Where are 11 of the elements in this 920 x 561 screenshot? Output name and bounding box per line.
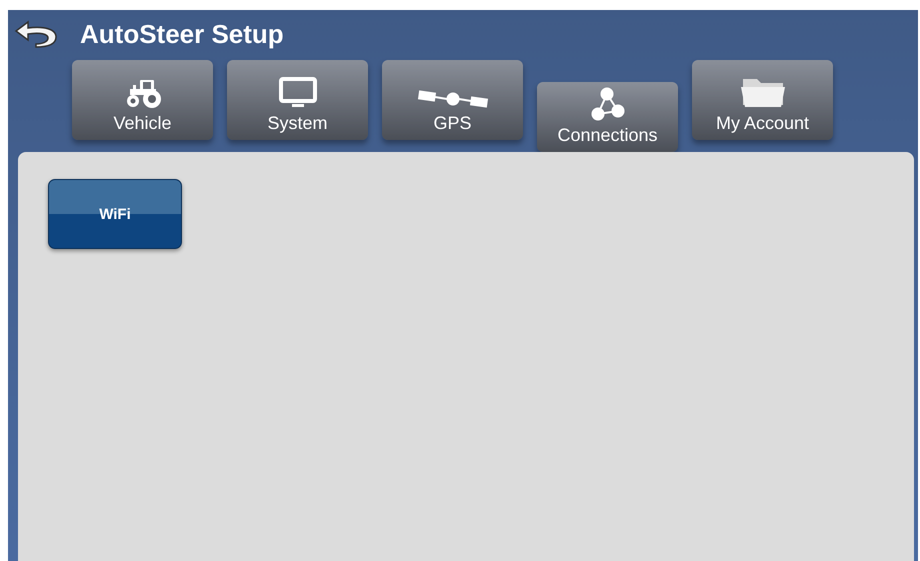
satellite-icon — [416, 89, 488, 109]
back-button[interactable] — [14, 20, 58, 48]
tab[interactable]: GPS — [382, 60, 523, 140]
tab[interactable]: Connections — [537, 82, 678, 152]
network-icon — [590, 87, 626, 121]
monitor-icon — [278, 77, 318, 109]
tab[interactable]: My Account — [692, 60, 833, 140]
page-title: AutoSteer Setup — [80, 18, 284, 50]
tab[interactable]: Vehicle — [72, 60, 213, 140]
tab[interactable]: System — [227, 60, 368, 140]
wifi-button[interactable]: WiFi — [48, 179, 182, 249]
